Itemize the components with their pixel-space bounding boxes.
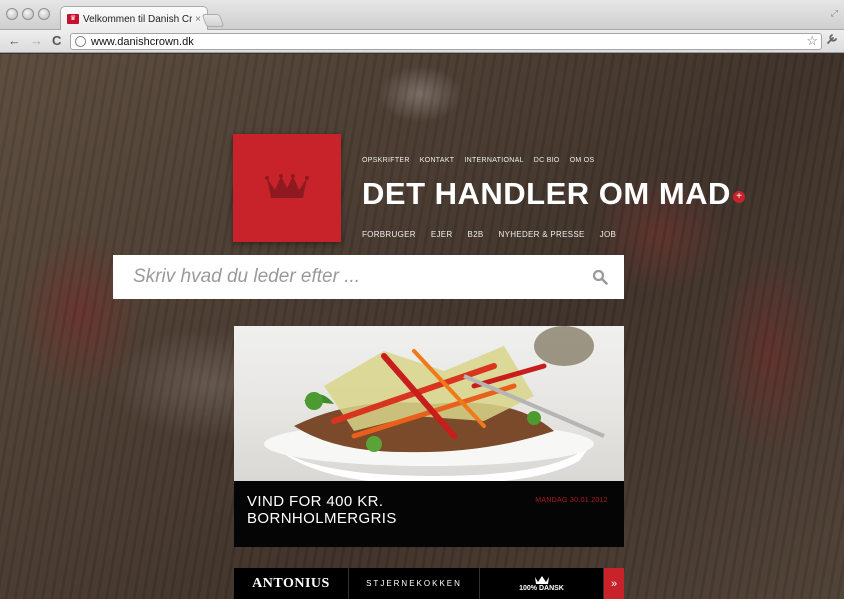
- back-button[interactable]: ←: [8, 33, 21, 49]
- browser-toolbar: ← → C www.danishcrown.dk ☆: [0, 30, 844, 53]
- search-box: [113, 255, 624, 299]
- feature-card[interactable]: VIND FOR 400 KR. BORNHOLMERGRIS MANDAG 3…: [234, 326, 624, 547]
- brand-100-dansk-label: 100% DANSK: [519, 585, 564, 592]
- nav-link-dc-bio[interactable]: DC BIO: [534, 157, 560, 164]
- feature-date: MANDAG 30.01.2012: [535, 497, 608, 504]
- danish-crown-logo[interactable]: [233, 134, 341, 242]
- tab-title: Velkommen til Danish Crown: [83, 13, 193, 25]
- address-bar[interactable]: www.danishcrown.dk: [70, 33, 822, 50]
- crown-icon: [534, 576, 549, 584]
- fullscreen-icon[interactable]: ⤢: [831, 8, 838, 19]
- search-input[interactable]: [113, 255, 583, 299]
- main-navigation: FORBRUGER EJER B2B NYHEDER & PRESSE JOB: [362, 230, 616, 239]
- plus-icon[interactable]: +: [733, 191, 745, 203]
- minimize-window-button[interactable]: [22, 8, 34, 20]
- browser-tab[interactable]: ♛ Velkommen til Danish Crown ×: [60, 6, 208, 31]
- favicon-icon: ♛: [67, 14, 79, 24]
- wrench-menu-icon[interactable]: [826, 33, 838, 49]
- brand-stjernekokken-logo[interactable]: STJERNEKOKKEN: [349, 568, 480, 599]
- brand-100-dansk-logo[interactable]: 100% DANSK: [480, 568, 604, 599]
- nav-link-ejer[interactable]: EJER: [431, 230, 453, 239]
- feature-photo: [234, 326, 624, 481]
- globe-icon: [75, 36, 86, 47]
- feature-caption: VIND FOR 400 KR. BORNHOLMERGRIS MANDAG 3…: [234, 481, 624, 547]
- bookmark-star-icon[interactable]: ☆: [806, 33, 818, 49]
- new-tab-button[interactable]: [201, 14, 225, 27]
- forward-button[interactable]: →: [30, 33, 43, 49]
- nav-link-kontakt[interactable]: KONTAKT: [420, 157, 455, 164]
- top-navigation: OPSKRIFTER KONTAKT INTERNATIONAL DC BIO …: [362, 157, 595, 164]
- zoom-window-button[interactable]: [38, 8, 50, 20]
- crown-icon: [265, 174, 309, 198]
- tab-strip: ♛ Velkommen til Danish Crown × ⤢: [0, 0, 844, 31]
- brand-antonius-logo[interactable]: ANTONIUS: [234, 568, 349, 599]
- page-headline: DET HANDLER OM MAD: [362, 176, 731, 211]
- nav-link-nyheder-presse[interactable]: NYHEDER & PRESSE: [499, 230, 585, 239]
- nav-link-forbruger[interactable]: FORBRUGER: [362, 230, 416, 239]
- nav-link-b2b[interactable]: B2B: [467, 230, 483, 239]
- brand-strip: ANTONIUS STJERNEKOKKEN 100% DANSK »: [234, 568, 624, 599]
- reload-button[interactable]: C: [52, 33, 61, 49]
- url-text: www.danishcrown.dk: [91, 35, 194, 48]
- brands-next-button[interactable]: »: [604, 568, 624, 599]
- close-window-button[interactable]: [6, 8, 18, 20]
- nav-link-job[interactable]: JOB: [600, 230, 616, 239]
- nav-link-international[interactable]: INTERNATIONAL: [464, 157, 523, 164]
- nav-link-om-os[interactable]: OM OS: [570, 157, 595, 164]
- tab-close-icon[interactable]: ×: [195, 14, 201, 25]
- browser-window: ♛ Velkommen til Danish Crown × ⤢ ← → C w…: [0, 0, 844, 599]
- web-page: OPSKRIFTER KONTAKT INTERNATIONAL DC BIO …: [0, 54, 844, 599]
- feature-title[interactable]: VIND FOR 400 KR. BORNHOLMERGRIS: [247, 493, 507, 527]
- search-icon[interactable]: [592, 269, 608, 285]
- nav-link-opskrifter[interactable]: OPSKRIFTER: [362, 157, 410, 164]
